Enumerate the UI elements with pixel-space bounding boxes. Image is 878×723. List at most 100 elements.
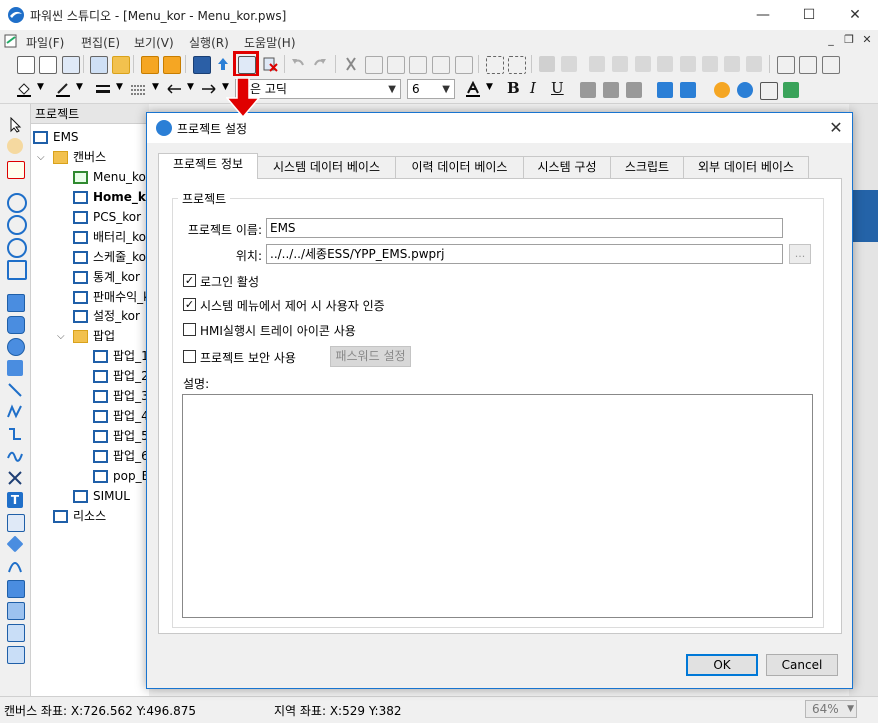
redo-icon[interactable]	[312, 56, 328, 72]
layer-icon[interactable]	[822, 56, 840, 74]
maximize-button[interactable]: ☐	[786, 0, 832, 30]
fill-color-dropdown-icon[interactable]: ▼	[37, 82, 44, 92]
space-icon[interactable]	[746, 56, 762, 72]
tree-item-canvas[interactable]: 설정_kor	[73, 306, 149, 326]
font-size-select[interactable]: 6 ▼	[407, 79, 455, 99]
fill-color-icon[interactable]	[16, 81, 32, 97]
zoom-select[interactable]: 64% ▼	[805, 700, 857, 718]
rectangle-tool-icon[interactable]	[7, 294, 25, 312]
zoom-100-icon[interactable]	[7, 238, 27, 258]
chart-tool-icon[interactable]	[7, 646, 25, 664]
location-field[interactable]: ../../../세종ESS/YPP_EMS.pwprj	[266, 244, 783, 264]
paste-icon[interactable]	[409, 56, 427, 74]
tree-item-resources[interactable]: 리소스	[53, 506, 106, 526]
font-shrink-icon[interactable]	[680, 82, 696, 98]
tab-project-info[interactable]: 프로젝트 정보	[158, 153, 258, 179]
text-tool-icon[interactable]: T	[7, 492, 23, 508]
group-icon[interactable]	[455, 56, 473, 74]
menu-file[interactable]: 파일(F)	[26, 34, 64, 51]
line-width-icon[interactable]	[95, 81, 111, 97]
font-color-dropdown-icon[interactable]: ▼	[486, 82, 493, 92]
new-window-icon[interactable]	[62, 56, 80, 74]
sync-icon[interactable]	[737, 82, 753, 98]
open-folder-icon[interactable]	[112, 56, 130, 74]
refresh-icon[interactable]	[714, 82, 730, 98]
menu-view[interactable]: 보기(V)	[134, 34, 174, 51]
arc-tool-icon[interactable]	[7, 558, 23, 574]
tab-script[interactable]: 스크립트	[610, 156, 684, 178]
menu-edit[interactable]: 편집(E)	[81, 34, 120, 51]
run-preview-icon[interactable]	[783, 82, 799, 98]
tree-item-popup[interactable]: 팝업_2	[93, 366, 149, 386]
upload-icon[interactable]	[215, 56, 231, 72]
pointer-tool-icon[interactable]	[7, 117, 23, 133]
curve-tool-icon[interactable]	[7, 448, 23, 464]
font-color-icon[interactable]	[465, 81, 481, 97]
zoom-in-icon[interactable]	[7, 193, 27, 213]
description-textarea[interactable]	[182, 394, 813, 618]
tree-item-popup[interactable]: 팝업_6	[93, 446, 149, 466]
duplicate-icon[interactable]	[432, 56, 450, 74]
zoom-fit-icon[interactable]	[7, 260, 27, 280]
copy-icon[interactable]	[387, 56, 405, 74]
tab-system-config[interactable]: 시스템 구성	[523, 156, 611, 178]
image-tool-icon[interactable]	[7, 602, 25, 620]
dialog-close-button[interactable]: ✕	[822, 117, 850, 139]
ungroup-icon[interactable]	[508, 56, 526, 74]
tree-item-popup[interactable]: 팝업_1	[93, 346, 149, 366]
crop-tool-icon[interactable]	[7, 161, 25, 179]
tree-root[interactable]: EMS	[33, 127, 79, 147]
same-height-icon[interactable]	[702, 56, 718, 72]
polygon-tool-icon[interactable]	[7, 360, 23, 376]
tree-item-canvas[interactable]: Menu_kor	[73, 167, 149, 187]
line-color-dropdown-icon[interactable]: ▼	[76, 82, 83, 92]
save-icon[interactable]	[141, 56, 159, 74]
mdi-close-button[interactable]: ✕	[859, 32, 875, 48]
text-align-right-icon[interactable]	[626, 82, 642, 98]
line-end-icon[interactable]	[201, 81, 217, 97]
italic-button[interactable]: I	[530, 79, 536, 97]
step-line-tool-icon[interactable]	[7, 426, 23, 442]
tree-item-canvas[interactable]: Home_kor	[73, 187, 149, 207]
bring-front-icon[interactable]	[777, 56, 795, 74]
save-all-icon[interactable]	[163, 56, 181, 74]
numeric-display-icon[interactable]	[7, 514, 25, 532]
text-align-left-icon[interactable]	[580, 82, 596, 98]
close-button[interactable]: ✕	[832, 0, 878, 30]
send-back-icon[interactable]	[799, 56, 817, 74]
diamond-tool-icon[interactable]	[6, 535, 24, 553]
tree-item-canvas[interactable]: 판매수익_kor	[73, 287, 149, 307]
align-middle-icon[interactable]	[635, 56, 651, 72]
ok-button[interactable]: OK	[686, 654, 758, 676]
tree-item-canvas[interactable]: 배터리_kor	[73, 227, 149, 247]
menu-help[interactable]: 도움말(H)	[244, 34, 296, 51]
tab-history-database[interactable]: 이력 데이터 베이스	[395, 156, 524, 178]
tree-item-popup[interactable]: 팝업_5	[93, 426, 149, 446]
align-right-icon[interactable]	[589, 56, 605, 72]
align-bottom-icon[interactable]	[657, 56, 673, 72]
rounded-rect-tool-icon[interactable]	[7, 316, 25, 334]
tree-item-canvas[interactable]: 통계_kor	[73, 267, 149, 287]
tree-folder-canvas[interactable]: 캔버스	[53, 147, 106, 167]
polyline-tool-icon[interactable]	[7, 404, 23, 420]
minimize-button[interactable]: —	[740, 0, 786, 30]
tray-icon-checkbox[interactable]	[183, 323, 196, 336]
line-start-icon[interactable]	[166, 81, 182, 97]
align-center-icon[interactable]	[561, 56, 577, 72]
menu-run[interactable]: 실행(R)	[189, 34, 229, 51]
tree-item-canvas[interactable]: PCS_kor	[73, 207, 149, 227]
line-width-dropdown-icon[interactable]: ▼	[116, 82, 123, 92]
line-style-icon[interactable]	[130, 81, 146, 97]
line-style-dropdown-icon[interactable]: ▼	[152, 82, 159, 92]
new-project-icon[interactable]	[17, 56, 35, 74]
same-width-icon[interactable]	[680, 56, 696, 72]
ellipse-tool-icon[interactable]	[7, 338, 25, 356]
align-top-icon[interactable]	[612, 56, 628, 72]
tree-item-simul[interactable]: SIMUL	[73, 486, 130, 506]
text-align-center-icon[interactable]	[603, 82, 619, 98]
tree-item-popup[interactable]: 팝업_3	[93, 386, 149, 406]
font-grow-icon[interactable]	[657, 82, 673, 98]
delete-icon[interactable]	[365, 56, 383, 74]
bold-button[interactable]: B	[507, 79, 520, 97]
tab-external-database[interactable]: 외부 데이터 베이스	[683, 156, 809, 178]
